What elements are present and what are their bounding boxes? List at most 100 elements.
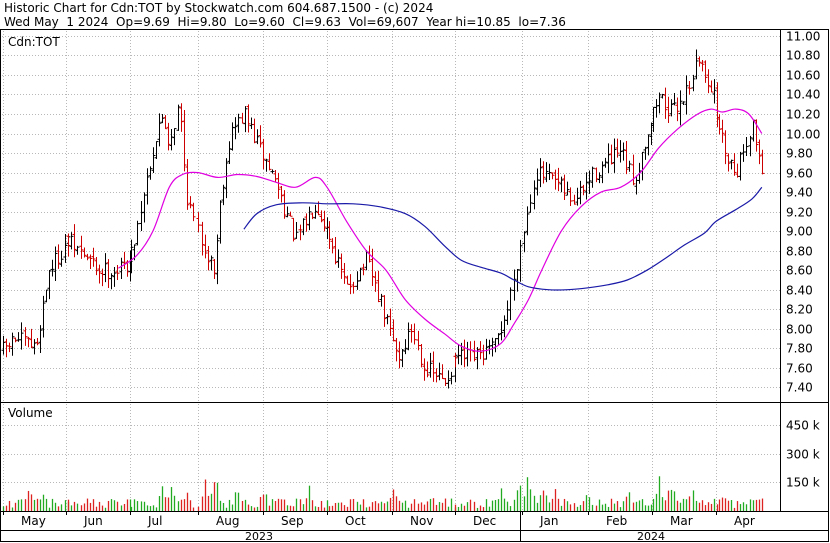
ohlc-bar <box>468 341 473 362</box>
ohlc-bar <box>726 153 731 172</box>
ohlc-bar <box>456 343 461 365</box>
ohlc-bar <box>203 234 208 259</box>
ohlc-bar <box>206 245 211 271</box>
ohlc-bar <box>342 263 347 284</box>
ohlc-bar <box>729 159 734 170</box>
ohlc-bar <box>333 236 338 265</box>
ohlc-bar <box>706 69 711 94</box>
ohlc-bar <box>135 220 140 246</box>
ohlc-bar <box>351 281 356 294</box>
ohlc-bar <box>732 153 737 176</box>
ohlc-bar <box>209 255 214 271</box>
ohlc-bar <box>657 92 662 114</box>
price-panel-frame <box>0 29 829 403</box>
ohlc-bar <box>434 368 439 383</box>
ohlc-bar <box>313 204 318 219</box>
price-tick-label: 9.40 <box>786 186 813 200</box>
ohlc-bar <box>307 206 312 231</box>
ohlc-bar <box>176 104 181 131</box>
price-tick-label: 10.80 <box>786 49 820 63</box>
year-axis-frame <box>0 530 829 542</box>
ohlc-bar <box>188 196 193 209</box>
ohlc-bar <box>572 194 577 205</box>
month-label: Mar <box>670 514 693 528</box>
ohlc-bar <box>59 250 64 267</box>
ohlc-bar <box>663 87 668 119</box>
month-label: Jun <box>83 514 103 528</box>
ohlc-bar <box>394 337 399 362</box>
ohlc-bar <box>443 378 448 387</box>
ohlc-bar <box>227 141 232 165</box>
ohlc-bar <box>240 112 245 124</box>
ohlc-bar <box>651 106 656 132</box>
ohlc-bar <box>154 141 159 160</box>
ohlc-bar <box>735 163 740 178</box>
ohlc-bar <box>298 224 303 241</box>
month-label: May <box>21 514 46 528</box>
month-label: Oct <box>345 514 366 528</box>
ohlc-bar <box>535 168 540 196</box>
ohlc-bar <box>584 172 589 200</box>
ohlc-bar <box>437 362 442 381</box>
ohlc-bar <box>412 323 417 345</box>
ohlc-bar <box>276 172 281 199</box>
ohlc-bar <box>1 335 6 355</box>
price-tick-label: 8.80 <box>786 245 813 259</box>
ohlc-bar <box>215 234 220 285</box>
ohlc-bar <box>715 82 720 128</box>
ohlc-bar <box>446 370 451 389</box>
ohlc-bar <box>44 289 49 303</box>
ohlc-bar <box>515 268 520 292</box>
ohlc-bar <box>406 322 411 351</box>
ohlc-bar <box>562 174 567 201</box>
month-label: Dec <box>473 514 496 528</box>
ohlc-bar <box>282 190 287 219</box>
price-bars <box>1 49 765 389</box>
month-label: Jan <box>539 514 559 528</box>
ohlc-bar <box>654 99 659 118</box>
ohlc-bar <box>100 268 105 287</box>
ohlc-bar <box>388 308 393 337</box>
ohlc-bar <box>264 158 269 172</box>
ohlc-bar <box>720 119 725 143</box>
ohlc-bar <box>691 74 696 92</box>
ohlc-bar <box>112 267 117 287</box>
price-tick-label: 9.60 <box>786 167 813 181</box>
price-tick-label: 7.40 <box>786 381 813 395</box>
ohlc-bar <box>301 218 306 236</box>
ohlc-bar <box>325 217 330 240</box>
ohlc-bar <box>358 267 363 282</box>
ohlc-bar <box>270 169 275 174</box>
ohlc-bar <box>431 351 436 382</box>
ohlc-bar <box>403 339 408 355</box>
ohlc-bar <box>103 253 108 283</box>
ohlc-bar <box>7 342 12 353</box>
year-label: 2024 <box>637 530 665 543</box>
ohlc-bar <box>627 160 632 172</box>
ohlc-bar <box>10 332 15 356</box>
ohlc-bar <box>428 352 433 378</box>
ohlc-bar <box>512 269 517 301</box>
year-label: 2023 <box>245 530 273 543</box>
month-label: Sep <box>281 514 304 528</box>
ohlc-bar <box>139 200 144 232</box>
volume-gridlines <box>2 425 780 483</box>
ohlc-bar <box>687 80 692 95</box>
ohlc-bar <box>678 90 683 126</box>
ohlc-bar <box>243 106 248 133</box>
price-tick-label: 11.00 <box>786 30 820 44</box>
ohlc-bar <box>382 295 387 327</box>
ohlc-bar <box>640 151 645 181</box>
ohlc-bar <box>712 79 717 104</box>
ohlc-bar <box>606 143 611 173</box>
price-tick-label: 8.40 <box>786 284 813 298</box>
volume-tick-label: 300 k <box>786 448 820 462</box>
month-label: Feb <box>606 514 627 528</box>
ohlc-bar <box>538 158 543 188</box>
ohlc-bar <box>462 339 467 368</box>
ohlc-bar <box>91 247 96 267</box>
ohlc-bar <box>757 139 762 165</box>
ohlc-bar <box>385 314 390 325</box>
volume-tick-label: 450 k <box>786 419 820 433</box>
moving-average-short-line <box>118 108 763 352</box>
